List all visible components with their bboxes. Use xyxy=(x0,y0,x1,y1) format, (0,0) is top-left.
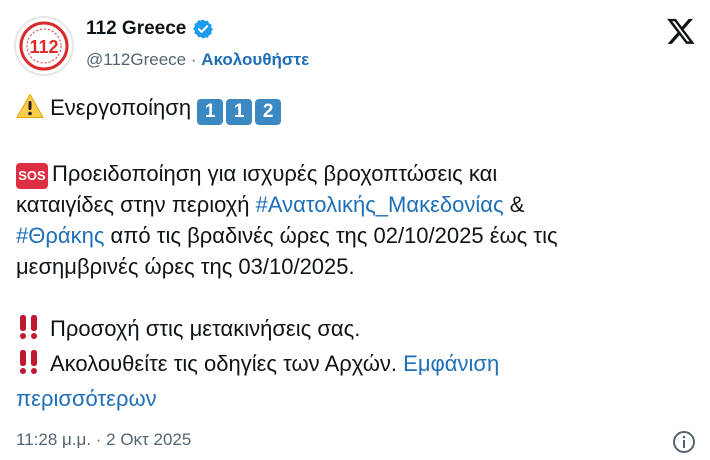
x-logo-icon[interactable] xyxy=(666,16,696,46)
alert-text-1: Προειδοποίηση για ισχυρές βροχοπτώσεις κ… xyxy=(52,161,498,186)
handle[interactable]: @112Greece xyxy=(86,50,186,69)
alert-line-3: #Θράκης από τις βραδινές ώρες της 02/10/… xyxy=(16,220,696,251)
alert-text-3: από τις βραδινές ώρες της 02/10/2025 έως… xyxy=(104,223,558,248)
verified-badge-icon xyxy=(192,18,214,40)
hashtag-link[interactable]: #Θράκης xyxy=(16,223,104,248)
keycap-icon: 1 xyxy=(226,99,253,125)
info-icon[interactable] xyxy=(672,430,696,454)
warning-text-2: Ακολουθείτε τις οδηγίες των Αρχών. xyxy=(50,351,398,376)
activation-text: Ενεργοποίηση xyxy=(50,95,192,120)
keycap-icon: 1 xyxy=(197,99,224,125)
show-more-line: περισσότερων xyxy=(16,383,696,414)
show-more-link-continued[interactable]: περισσότερων xyxy=(16,386,157,411)
alert-text-2-suffix: & xyxy=(503,192,525,217)
sos-icon: SOS xyxy=(16,163,48,189)
display-name[interactable]: 112 Greece xyxy=(86,18,186,40)
warning-line-2: Ακολουθείτε τις οδηγίες των Αρχών. Εμφάν… xyxy=(16,348,696,383)
double-exclamation-icon xyxy=(16,314,44,348)
alert-line-2: καταιγίδες στην περιοχή #Ανατολικής_Μακε… xyxy=(16,189,696,220)
timestamp[interactable]: 11:28 μ.μ. · 2 Οκτ 2025 xyxy=(16,430,191,450)
keycap-icon: 2 xyxy=(255,99,282,125)
avatar-logo-text: 112 xyxy=(29,37,58,57)
tweet-embed-card: 112 112 Greece @112Greece · Ακολουθήστε xyxy=(0,0,710,460)
alert-text-2: καταιγίδες στην περιοχή xyxy=(16,192,256,217)
warning-text-1: Προσοχή στις μετακινήσεις σας. xyxy=(50,316,361,341)
alert-text-4: μεσημβρινές ώρες της 03/10/2025. xyxy=(16,254,355,279)
alert-line-1: SOS Προειδοποίηση για ισχυρές βροχοπτώσει… xyxy=(16,158,696,189)
activation-line: Ενεργοποίηση 112 xyxy=(16,92,696,127)
warning-icon xyxy=(16,93,44,127)
warning-line-1: Προσοχή στις μετακινήσεις σας. xyxy=(16,313,696,348)
show-more-link[interactable]: Εμφάνιση xyxy=(403,351,499,376)
tweet-text: Ενεργοποίηση 112 SOS Προειδοποίηση για ισ… xyxy=(16,92,696,414)
author-name-row: 112 Greece xyxy=(86,18,214,40)
follow-link[interactable]: Ακολουθήστε xyxy=(201,50,309,69)
handle-separator: · xyxy=(186,50,202,69)
handle-row: @112Greece · Ακολουθήστε xyxy=(86,50,309,70)
avatar[interactable]: 112 xyxy=(14,16,74,76)
alert-line-4: μεσημβρινές ώρες της 03/10/2025. xyxy=(16,251,696,282)
112-logo-icon: 112 xyxy=(17,19,71,73)
hashtag-link[interactable]: #Ανατολικής_Μακεδονίας xyxy=(256,192,504,217)
double-exclamation-icon xyxy=(16,349,44,383)
